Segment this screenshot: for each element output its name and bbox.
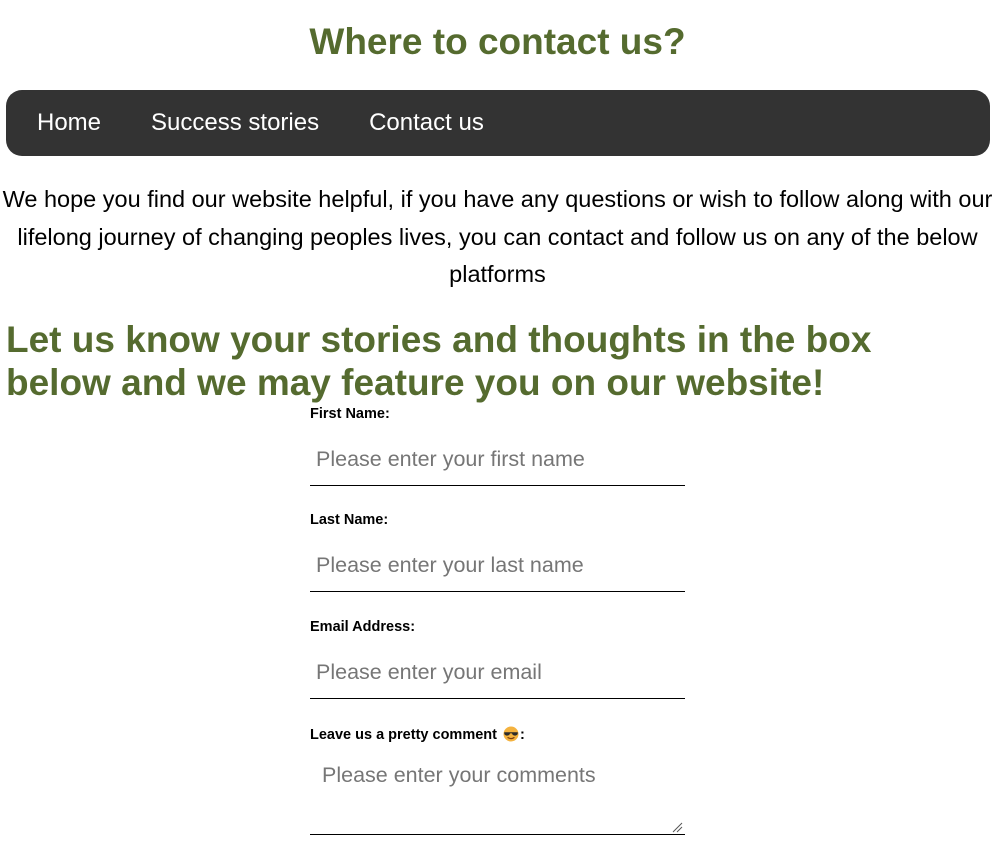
comment-label-colon: :: [520, 727, 525, 743]
comment-label-text: Leave us a pretty comment: [310, 727, 497, 743]
comment-label: Leave us a pretty comment :: [310, 726, 525, 744]
navbar: Home Success stories Contact us: [6, 90, 990, 156]
resize-handle-icon[interactable]: [672, 820, 683, 833]
contact-page: Where to contact us? Home Success storie…: [0, 0, 1001, 845]
nav-link-contact-us[interactable]: Contact us: [344, 108, 509, 138]
nav-link-home[interactable]: Home: [6, 108, 126, 138]
last-name-label: Last Name:: [310, 512, 389, 528]
email-input[interactable]: [310, 647, 685, 699]
first-name-input[interactable]: [310, 434, 685, 486]
sunglasses-emoji-icon: [503, 726, 519, 742]
nav-link-success-stories[interactable]: Success stories: [126, 108, 344, 138]
feature-heading: Let us know your stories and thoughts in…: [6, 319, 872, 403]
intro-paragraph: We hope you find our website helpful, if…: [2, 186, 993, 287]
page-title: Where to contact us?: [309, 21, 686, 62]
first-name-label: First Name:: [310, 406, 390, 422]
comment-textarea[interactable]: [310, 753, 685, 835]
email-label: Email Address:: [310, 619, 416, 635]
last-name-input[interactable]: [310, 540, 685, 592]
